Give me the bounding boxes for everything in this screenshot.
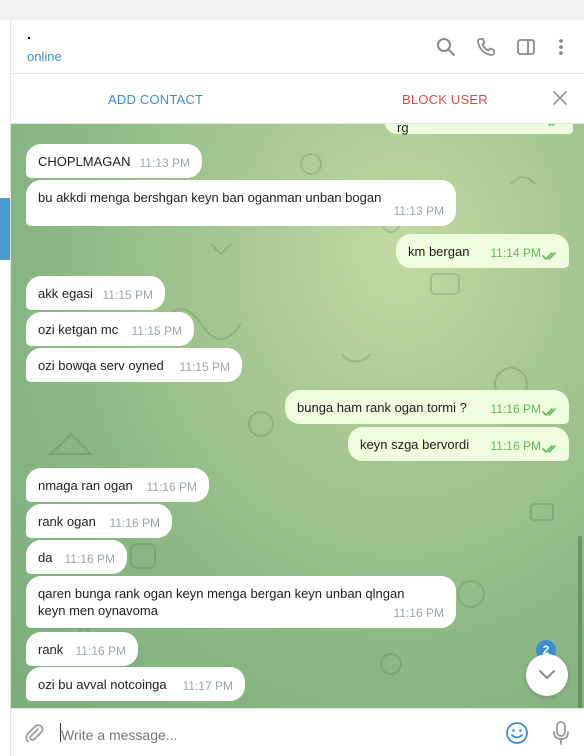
- new-contact-action-bar: ADD CONTACT BLOCK USER: [11, 74, 584, 124]
- read-checkmark-icon: [547, 124, 556, 126]
- outgoing-message[interactable]: rg11:13 PM: [385, 124, 573, 135]
- chevron-down-icon: [539, 670, 555, 679]
- message-time: 11:16 PM: [146, 480, 197, 494]
- message-text-line2: keyn men oynavoma: [38, 603, 158, 618]
- incoming-message[interactable]: nmaga ran ogan 11:16 PM: [26, 468, 209, 502]
- close-icon[interactable]: [551, 89, 569, 107]
- add-contact-button[interactable]: ADD CONTACT: [108, 92, 203, 107]
- message-text: qaren bunga rank ogan keyn menga bergan …: [38, 586, 405, 601]
- chat-title[interactable]: .: [27, 26, 31, 42]
- left-panel-edge: [0, 0, 11, 756]
- message-time: 11:13 PM: [495, 124, 545, 128]
- active-chat-indicator: [0, 198, 10, 260]
- message-time: 11:15 PM: [102, 288, 153, 302]
- window-top-bar: [11, 0, 584, 20]
- search-icon[interactable]: [433, 34, 459, 60]
- incoming-message[interactable]: ozi bowqa serv oyned 11:15 PM: [26, 348, 242, 382]
- outgoing-message[interactable]: keyn szga bervordi 11:16 PM: [348, 427, 569, 461]
- incoming-message[interactable]: akk egasi 11:15 PM: [26, 276, 165, 310]
- left-panel-top: [0, 0, 11, 20]
- message-time: 11:14 PM: [490, 246, 541, 260]
- read-checkmark-icon: [542, 408, 556, 416]
- phone-icon[interactable]: [473, 34, 499, 60]
- incoming-message[interactable]: qaren bunga rank ogan keyn menga bergan …: [26, 576, 456, 628]
- message-time: 11:15 PM: [179, 360, 230, 374]
- message-time: 11:16 PM: [64, 552, 115, 566]
- message-text: bu akkdi menga bershgan keyn ban oganman…: [38, 190, 382, 205]
- chat-status: online: [27, 49, 62, 64]
- scroll-to-bottom-button[interactable]: [526, 654, 568, 696]
- block-user-button[interactable]: BLOCK USER: [402, 92, 488, 107]
- sidebar-toggle-icon[interactable]: [513, 34, 539, 60]
- attach-icon[interactable]: [23, 722, 45, 749]
- incoming-message[interactable]: da 11:16 PM: [26, 540, 127, 574]
- outgoing-message[interactable]: km bergan 11:14 PM: [396, 234, 569, 268]
- message-time: 11:17 PM: [182, 679, 233, 693]
- more-vertical-icon[interactable]: [548, 34, 574, 60]
- message-input[interactable]: [61, 725, 481, 745]
- microphone-icon[interactable]: [551, 720, 571, 751]
- message-time: 11:15 PM: [131, 324, 182, 338]
- message-time: 11:13 PM: [139, 156, 190, 170]
- incoming-message[interactable]: bu akkdi menga bershgan keyn ban oganman…: [26, 180, 456, 226]
- read-checkmark-icon: [542, 252, 556, 260]
- message-time: 11:16 PM: [490, 439, 541, 453]
- message-time: 11:16 PM: [490, 402, 541, 416]
- emoji-icon[interactable]: [505, 721, 529, 750]
- message-time: 11:13 PM: [393, 204, 444, 218]
- message-time: 11:16 PM: [393, 606, 444, 620]
- message-area[interactable]: rg11:13 PM CHOPLMAGAN11:13 PM bu akkdi men…: [11, 124, 584, 708]
- message-composer: [11, 708, 584, 756]
- incoming-message[interactable]: ozi bu avval notcoinga 11:17 PM: [26, 667, 245, 701]
- chat-header: . online: [11, 20, 584, 74]
- outgoing-message[interactable]: bunga ham rank ogan tormi ? 11:16 PM: [285, 390, 569, 424]
- incoming-message[interactable]: ozi ketgan mc 11:15 PM: [26, 312, 194, 346]
- read-checkmark-icon: [542, 445, 556, 453]
- message-time: 11:16 PM: [109, 516, 160, 530]
- incoming-message[interactable]: rank 11:16 PM: [26, 632, 138, 666]
- incoming-message[interactable]: rank ogan 11:16 PM: [26, 504, 172, 538]
- incoming-message[interactable]: CHOPLMAGAN 11:13 PM: [26, 144, 202, 178]
- chat-scrollbar[interactable]: [578, 536, 582, 708]
- message-time: 11:16 PM: [75, 644, 126, 658]
